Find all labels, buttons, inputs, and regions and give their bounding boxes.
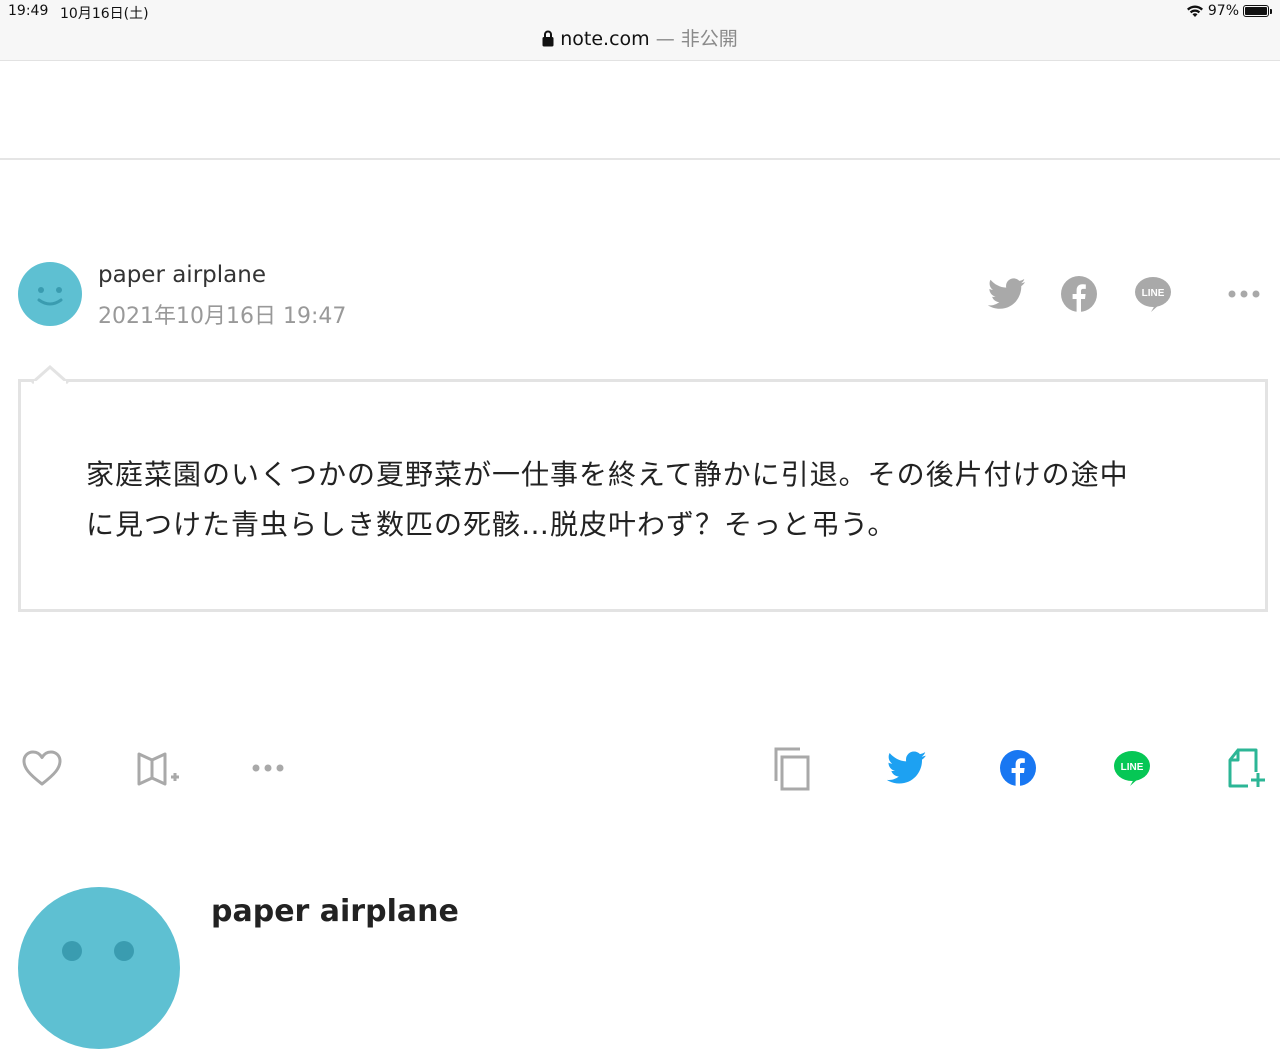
lock-icon bbox=[542, 30, 554, 47]
header-divider bbox=[0, 158, 1280, 160]
status-time: 19:49 bbox=[8, 3, 49, 19]
avatar-left-eye bbox=[62, 941, 82, 961]
magazine-add-icon bbox=[137, 752, 179, 786]
line-icon-label: LINE bbox=[1121, 762, 1144, 773]
status-bar: 19:49 10月16日(土) 97% note.com — 非公開 bbox=[0, 0, 1280, 61]
avatar-right-eye bbox=[114, 941, 134, 961]
share-twitter-button[interactable] bbox=[984, 270, 1030, 318]
facebook-icon bbox=[1061, 276, 1097, 312]
wifi-icon bbox=[1186, 5, 1203, 17]
post-text-line-2: に見つけた青虫らしき数匹の死骸…脱皮叶わず？そっと弔う。 bbox=[86, 508, 897, 541]
line-icon: LINE bbox=[1135, 277, 1171, 312]
more-actions-button[interactable] bbox=[246, 742, 290, 794]
share-more-button[interactable] bbox=[1222, 270, 1266, 318]
post-text-line-1: 家庭菜園のいくつかの夏野菜が一仕事を終えて静かに引退。その後片付けの途中 bbox=[86, 458, 1129, 491]
post-date: 2021年10月16日 19:47 bbox=[98, 304, 347, 329]
more-icon bbox=[252, 764, 284, 772]
url-bar[interactable]: note.com — 非公開 bbox=[0, 24, 1280, 51]
twitter-icon bbox=[988, 278, 1026, 309]
copy-icon bbox=[774, 747, 810, 791]
note-add-icon bbox=[1228, 748, 1265, 788]
url-domain: note.com bbox=[560, 28, 650, 50]
author-name[interactable]: paper airplane bbox=[98, 262, 266, 288]
battery-tip bbox=[1270, 8, 1272, 14]
twitter-icon bbox=[887, 751, 927, 784]
add-to-magazine-button[interactable] bbox=[132, 742, 182, 794]
copy-link-button[interactable] bbox=[768, 742, 814, 794]
url-privacy-status: — 非公開 bbox=[655, 28, 738, 50]
author-avatar[interactable] bbox=[18, 262, 82, 326]
facebook-share-button[interactable] bbox=[997, 742, 1039, 794]
like-button[interactable] bbox=[18, 742, 66, 794]
smiley-face-icon bbox=[37, 287, 63, 306]
heart-icon bbox=[22, 750, 62, 786]
line-share-button[interactable]: LINE bbox=[1110, 742, 1154, 794]
bubble-tail bbox=[31, 364, 69, 384]
battery-icon bbox=[1243, 5, 1269, 17]
line-icon-label: LINE bbox=[1142, 288, 1165, 299]
profile-name[interactable]: paper airplane bbox=[211, 894, 459, 929]
facebook-icon bbox=[1000, 750, 1036, 786]
line-icon: LINE bbox=[1114, 751, 1150, 786]
more-icon bbox=[1228, 290, 1260, 298]
write-note-button[interactable] bbox=[1222, 742, 1270, 794]
status-right: 97% bbox=[1186, 3, 1272, 19]
post-body: 家庭菜園のいくつかの夏野菜が一仕事を終えて静かに引退。その後片付けの途中 に見つ… bbox=[86, 450, 1196, 550]
status-date: 10月16日(土) bbox=[60, 6, 149, 22]
share-line-button[interactable]: LINE bbox=[1130, 270, 1176, 318]
twitter-share-button[interactable] bbox=[884, 742, 930, 794]
profile-avatar[interactable] bbox=[18, 887, 180, 1049]
share-facebook-button[interactable] bbox=[1058, 270, 1100, 318]
battery-percent: 97% bbox=[1207, 3, 1239, 19]
